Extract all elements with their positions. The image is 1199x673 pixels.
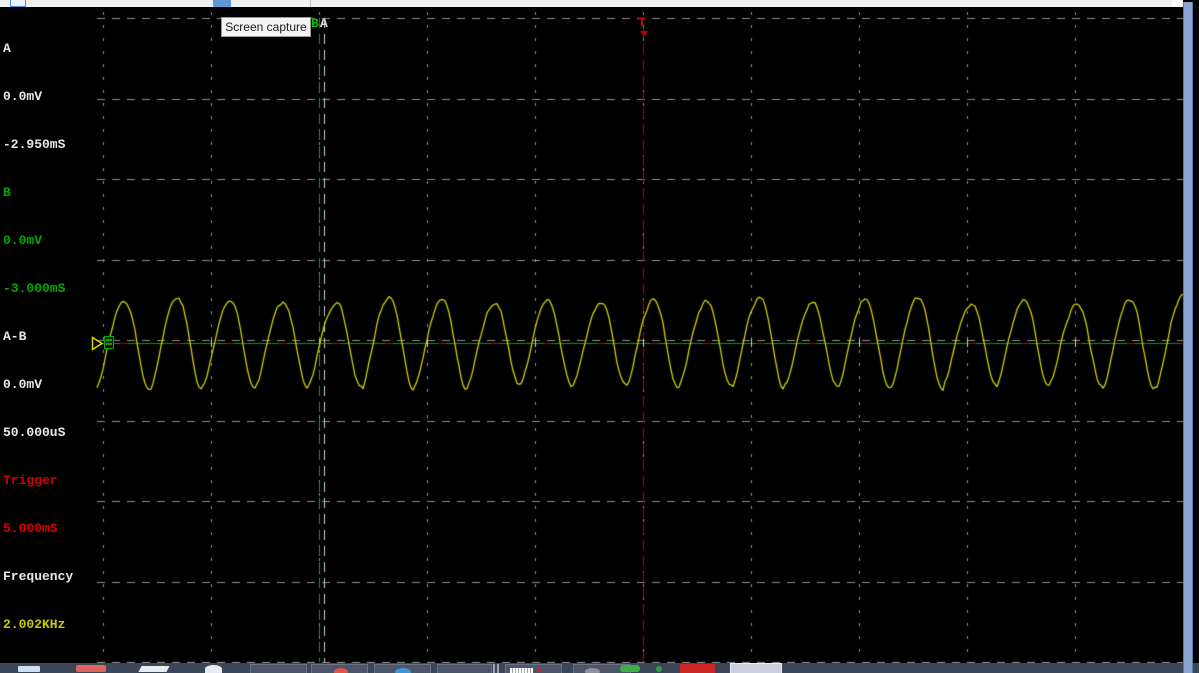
- taskbar-task-1[interactable]: [250, 664, 307, 673]
- trigger-handle[interactable]: T: [638, 16, 646, 29]
- measurement-panel: A 0.0mV -2.950mS B 0.0mV -3.000mS A-B 0.…: [3, 9, 73, 673]
- channel-b-marker-stripe: [106, 339, 112, 341]
- taskbar-task-3[interactable]: [374, 664, 431, 673]
- taskbar-task-2[interactable]: [311, 664, 368, 673]
- delta-ab-voltage: 0.0mV: [3, 377, 43, 392]
- taskbar-task-5[interactable]: [505, 664, 562, 673]
- trace-position-marker-icon[interactable]: [91, 336, 104, 351]
- taskbar: [0, 663, 1199, 673]
- delta-ab-name: A-B: [3, 329, 27, 344]
- channel-b-marker-icon[interactable]: [104, 336, 114, 349]
- cursor-a-time: -2.950mS: [3, 137, 66, 152]
- cursor-a-handle[interactable]: A: [320, 17, 328, 30]
- browser-app-icon[interactable]: [205, 665, 222, 673]
- blue-circle-app-icon: [395, 668, 411, 673]
- frequency-name: Frequency: [3, 569, 74, 584]
- oscilloscope-plot[interactable]: [0, 7, 1199, 663]
- start-button-icon[interactable]: [18, 666, 40, 672]
- taskbar-separator: [493, 664, 495, 673]
- cursor-b-voltage: 0.0mV: [3, 233, 43, 248]
- frequency-value: 2.002KHz: [3, 617, 66, 632]
- red-circle-app-icon: [334, 668, 348, 673]
- red-app-icon[interactable]: [76, 665, 106, 672]
- toolbar-button[interactable]: [10, 0, 26, 7]
- oscilloscope-app-window: A 0.0mV -2.950mS B 0.0mV -3.000mS A-B 0.…: [0, 0, 1199, 673]
- screen-capture-tooltip: Screen capture: [221, 17, 311, 37]
- screen-capture-button[interactable]: [213, 0, 231, 7]
- cursor-b-time: -3.000mS: [3, 281, 66, 296]
- taskbar-task-4[interactable]: [437, 664, 492, 673]
- trigger-arrow-icon: [640, 31, 648, 36]
- cursor-a-voltage: 0.0mV: [3, 89, 43, 104]
- checkered-app-icon: [510, 668, 533, 673]
- toolbar-separator: [310, 0, 311, 7]
- trigger-name: Trigger: [3, 473, 58, 488]
- cursor-b-name: B: [3, 185, 11, 200]
- toolbar-corner: [1172, 0, 1183, 7]
- cursor-b-handle[interactable]: B: [311, 17, 319, 30]
- green-dot-icon[interactable]: [656, 666, 662, 672]
- gray-circle-app-icon: [585, 668, 600, 673]
- trigger-time: 5.000mS: [3, 521, 58, 536]
- active-task-button[interactable]: [730, 663, 782, 673]
- channel-b-marker-stripe: [106, 343, 112, 345]
- green-app-icon[interactable]: [620, 665, 640, 672]
- red-block-app-icon[interactable]: [680, 664, 715, 673]
- delta-ab-time: 50.000uS: [3, 425, 66, 440]
- white-wedge-app-icon[interactable]: [138, 666, 170, 672]
- right-scrollbar[interactable]: [1183, 2, 1193, 673]
- red-dot-icon: [537, 668, 541, 672]
- right-edge-gap: [1193, 0, 1199, 663]
- taskbar-separator: [497, 664, 499, 673]
- toolbar-strip: [0, 0, 1183, 7]
- cursor-a-name: A: [3, 41, 11, 56]
